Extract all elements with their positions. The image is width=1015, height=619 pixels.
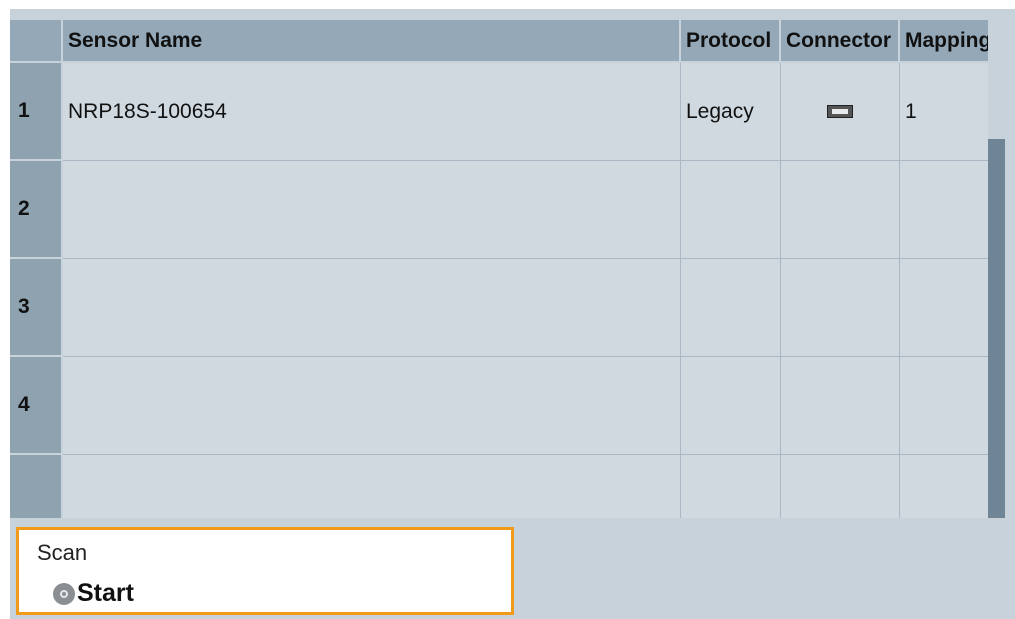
protocol-header: Protocol (681, 20, 781, 61)
table-scrollbar[interactable] (988, 20, 1005, 518)
protocol-cell[interactable] (681, 455, 781, 518)
connector-header-label: Connector (786, 28, 891, 52)
sensor-name-cell[interactable] (63, 455, 681, 518)
sensor-name-value: NRP18S-100654 (68, 99, 227, 123)
sensor-table: Sensor Name Protocol Connector Mapping 1… (10, 20, 995, 518)
protocol-cell[interactable]: Legacy (681, 63, 781, 161)
mapping-cell[interactable] (900, 259, 995, 357)
start-icon (53, 582, 75, 605)
mapping-cell[interactable] (900, 357, 995, 455)
mapping-header-label: Mapping (905, 28, 992, 52)
scrollbar-thumb[interactable] (988, 139, 1005, 518)
mapping-cell[interactable] (900, 455, 995, 518)
mapping-value: 1 (905, 99, 917, 123)
mapping-cell[interactable] (900, 161, 995, 259)
sensor-name-cell[interactable] (63, 259, 681, 357)
sensor-name-cell[interactable] (63, 161, 681, 259)
sensor-name-header: Sensor Name (63, 20, 681, 61)
protocol-header-label: Protocol (686, 28, 772, 52)
row-number-header (10, 20, 63, 61)
row-number-4[interactable]: 4 (10, 357, 61, 453)
connector-cell[interactable] (781, 259, 900, 357)
connector-cell[interactable] (781, 63, 900, 161)
protocol-cell[interactable] (681, 259, 781, 357)
sensor-name-cell[interactable] (63, 357, 681, 455)
scan-label: Scan (37, 540, 88, 565)
row-number-5[interactable]: 5 (10, 455, 61, 518)
row-number-3[interactable]: 3 (10, 259, 61, 355)
mapping-cell[interactable]: 1 (900, 63, 995, 161)
sensor-name-cell[interactable]: NRP18S-100654 (63, 63, 681, 161)
row-number-1[interactable]: 1 (10, 63, 61, 159)
scan-start-button[interactable]: Start (53, 579, 134, 608)
protocol-value: Legacy (686, 99, 754, 123)
connector-cell[interactable] (781, 357, 900, 455)
scan-control[interactable]: Scan Start (16, 527, 514, 615)
connector-header: Connector (781, 20, 900, 61)
scrollbar-track[interactable] (988, 20, 1005, 139)
usb-icon (827, 105, 853, 118)
row-number-2[interactable]: 2 (10, 161, 61, 257)
mapping-header: Mapping (900, 20, 995, 61)
protocol-cell[interactable] (681, 161, 781, 259)
connector-cell[interactable] (781, 455, 900, 518)
start-label: Start (77, 579, 134, 607)
protocol-cell[interactable] (681, 357, 781, 455)
connector-cell[interactable] (781, 161, 900, 259)
sensor-name-header-label: Sensor Name (68, 28, 203, 52)
